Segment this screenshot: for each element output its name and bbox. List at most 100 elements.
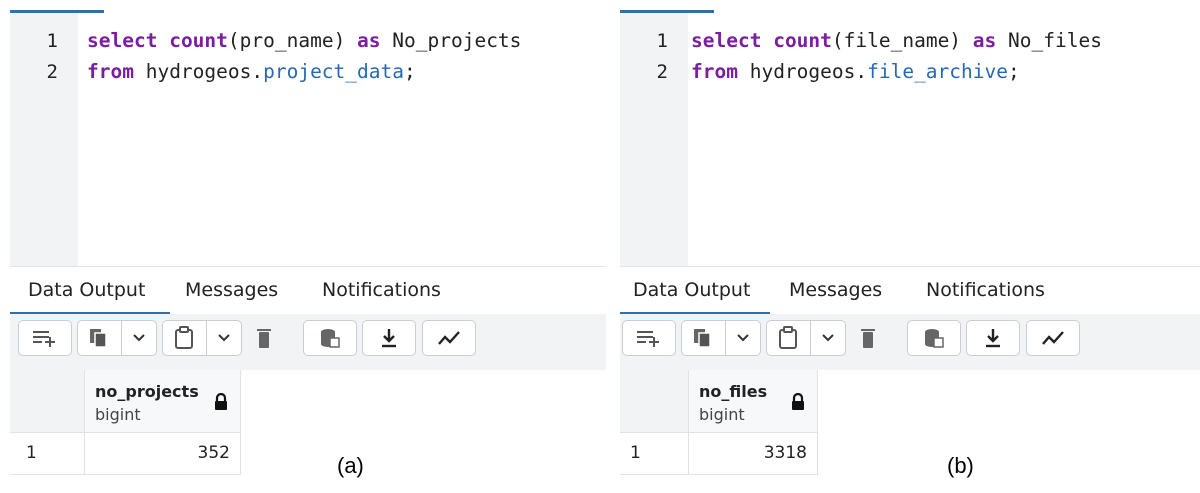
paste-options-dropdown[interactable] xyxy=(809,321,845,355)
line-number: 2 xyxy=(656,61,668,83)
row-number-label: 1 xyxy=(26,443,37,463)
paste-icon xyxy=(175,326,194,349)
graph-icon xyxy=(438,331,460,345)
figure-caption: (b) xyxy=(947,453,974,478)
chevron-down-icon xyxy=(822,334,834,342)
download-icon xyxy=(986,329,1000,348)
cell-value: 352 xyxy=(197,443,230,463)
paste-button-group xyxy=(162,320,242,356)
paste-button[interactable] xyxy=(163,321,206,355)
result-tabs: Data Output Messages Notifications xyxy=(620,266,1200,315)
delete-button[interactable] xyxy=(850,320,886,356)
result-tabs: Data Output Messages Notifications xyxy=(10,266,606,315)
sql-table: file_archive xyxy=(867,60,1008,83)
table-cell[interactable]: 352 xyxy=(85,433,241,475)
paste-options-dropdown[interactable] xyxy=(205,321,241,355)
save-data-icon xyxy=(925,329,944,348)
tab-data-output[interactable]: Data Output xyxy=(633,279,750,301)
copy-options-dropdown[interactable] xyxy=(120,321,156,355)
sql-terminator: ; xyxy=(1008,60,1020,83)
tab-messages[interactable]: Messages xyxy=(185,279,278,301)
lock-icon xyxy=(792,393,804,410)
sql-keyword: from xyxy=(87,60,134,83)
row-number-header xyxy=(10,370,85,433)
figure-caption: (a) xyxy=(337,453,364,478)
add-row-icon xyxy=(33,331,55,347)
download-button[interactable] xyxy=(362,320,416,356)
add-row-button[interactable] xyxy=(622,320,676,356)
save-data-button[interactable] xyxy=(907,320,961,356)
sql-terminator: ; xyxy=(404,60,416,83)
sql-keyword: count xyxy=(773,29,832,52)
copy-icon xyxy=(694,329,712,348)
chevron-down-icon xyxy=(133,334,145,342)
save-data-icon xyxy=(321,329,340,348)
column-header[interactable]: no_projects bigint xyxy=(85,370,241,433)
delete-button[interactable] xyxy=(246,320,282,356)
table-cell[interactable]: 3318 xyxy=(689,433,818,475)
copy-button[interactable] xyxy=(682,321,725,355)
tab-data-output[interactable]: Data Output xyxy=(28,279,145,301)
column-header[interactable]: no_files bigint xyxy=(689,370,818,433)
code-line-2: from hydrogeos.project_data; xyxy=(87,60,416,83)
chevron-down-icon xyxy=(218,334,230,342)
line-number: 1 xyxy=(656,30,668,52)
sql-schema: hydrogeos. xyxy=(737,60,868,83)
paste-icon xyxy=(779,326,798,349)
sql-table: project_data xyxy=(263,60,404,83)
delete-icon xyxy=(861,329,875,348)
add-row-button[interactable] xyxy=(18,320,72,356)
copy-button-group xyxy=(77,320,157,356)
tab-messages[interactable]: Messages xyxy=(789,279,882,301)
paste-button[interactable] xyxy=(767,321,810,355)
query-panel-b: 1 2 select count(file_name) as No_files … xyxy=(620,0,1200,493)
results-grid: no_files bigint 1 3318 xyxy=(620,370,1200,493)
column-name: no_files xyxy=(699,382,768,401)
results-toolbar xyxy=(10,314,606,371)
tab-notifications[interactable]: Notifications xyxy=(926,279,1045,301)
column-name: no_projects xyxy=(95,382,199,401)
column-type: bigint xyxy=(699,405,745,424)
sql-schema: hydrogeos. xyxy=(133,60,264,83)
sql-keyword: as xyxy=(357,29,381,52)
row-number-label: 1 xyxy=(630,443,641,463)
tab-notifications[interactable]: Notifications xyxy=(322,279,441,301)
sql-alias: No_files xyxy=(996,29,1102,52)
line-number: 2 xyxy=(46,61,58,83)
line-number-gutter: 1 2 xyxy=(10,13,78,266)
lock-icon xyxy=(215,393,227,410)
sql-keyword: from xyxy=(691,60,738,83)
sql-keyword: as xyxy=(972,29,997,52)
line-number: 1 xyxy=(46,30,58,52)
add-row-icon xyxy=(637,331,659,347)
sql-keyword: count xyxy=(169,29,228,52)
chevron-down-icon xyxy=(737,334,749,342)
sql-keyword: select xyxy=(87,29,158,52)
sql-alias: No_projects xyxy=(380,29,522,52)
download-icon xyxy=(382,329,396,348)
graph-icon xyxy=(1042,331,1064,345)
code-line-1: select count(pro_name) as No_projects xyxy=(87,29,521,52)
sql-arguments: (pro_name) xyxy=(227,29,358,52)
graph-visualiser-button[interactable] xyxy=(1026,320,1080,356)
row-number[interactable]: 1 xyxy=(620,433,689,475)
download-button[interactable] xyxy=(966,320,1020,356)
sql-editor[interactable]: 1 2 select count(file_name) as No_files … xyxy=(620,13,1200,266)
sql-editor[interactable]: 1 2 select count(pro_name) as No_project… xyxy=(10,13,606,266)
sql-arguments: (file_name) xyxy=(831,29,973,52)
copy-button-group xyxy=(681,320,761,356)
row-number[interactable]: 1 xyxy=(10,433,85,475)
results-toolbar xyxy=(620,314,1200,371)
copy-icon xyxy=(90,329,108,348)
save-data-button[interactable] xyxy=(303,320,357,356)
copy-button[interactable] xyxy=(78,321,121,355)
code-line-2: from hydrogeos.file_archive; xyxy=(691,60,1020,83)
cell-value: 3318 xyxy=(763,443,807,463)
graph-visualiser-button[interactable] xyxy=(422,320,476,356)
sql-keyword: select xyxy=(691,29,762,52)
line-number-gutter: 1 2 xyxy=(620,13,688,266)
column-type: bigint xyxy=(95,405,141,424)
code-line-1: select count(file_name) as No_files xyxy=(691,29,1102,52)
paste-button-group xyxy=(766,320,846,356)
copy-options-dropdown[interactable] xyxy=(724,321,760,355)
